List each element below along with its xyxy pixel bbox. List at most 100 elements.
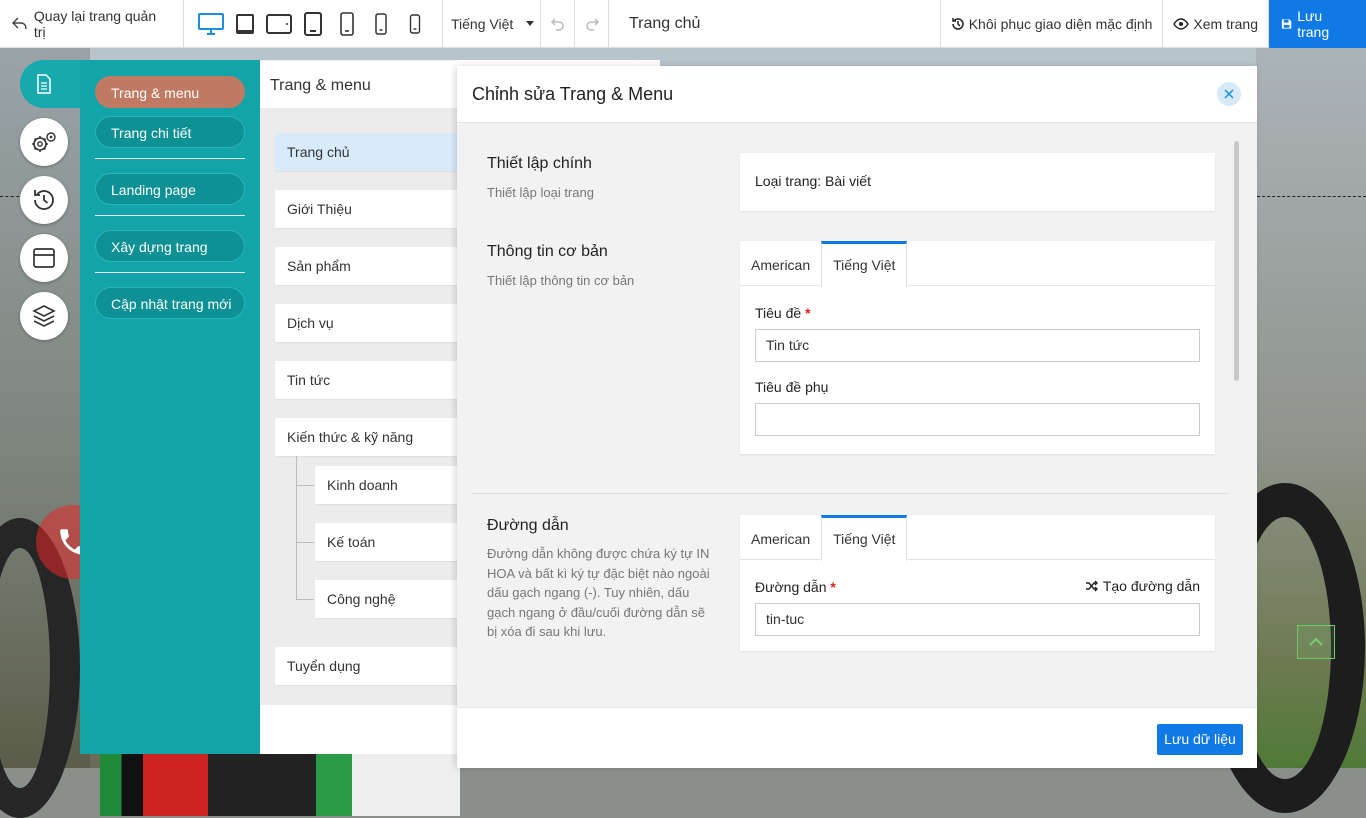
path-tabs: American Tiếng Việt	[740, 515, 1215, 561]
page-list: Trang chủ Giới Thiệu Sản phẩm Dịch vụ Ti…	[260, 109, 460, 705]
desktop-icon	[198, 12, 224, 35]
redo-button[interactable]	[575, 0, 609, 48]
page-item-knowledge[interactable]: Kiến thức & kỹ năng	[275, 418, 460, 456]
tree-connector	[296, 599, 314, 600]
rail-settings-button[interactable]	[20, 118, 68, 166]
panel-item-label: Landing page	[111, 182, 196, 198]
page-item-accounting[interactable]: Kế toán	[315, 523, 460, 561]
panel-divider	[95, 158, 245, 159]
panel-item-label: Cập nhật trang mới	[111, 296, 232, 312]
tablet-wide-icon	[266, 13, 292, 34]
tablet-portrait-icon	[304, 11, 322, 36]
tablet-landscape-icon	[236, 13, 254, 34]
save-page-label: Lưu trang	[1297, 7, 1330, 40]
page-item-business[interactable]: Kinh doanh	[315, 466, 460, 504]
panel-divider	[95, 215, 245, 216]
path-input[interactable]: tin-tuc	[755, 603, 1200, 636]
close-button[interactable]	[1217, 82, 1241, 106]
restore-default-button[interactable]: Khôi phục giao diện mặc định	[939, 0, 1163, 48]
basic-info-tabs: American Tiếng Việt	[740, 241, 1215, 287]
tree-connector	[296, 456, 297, 600]
toolbar-actions: Khôi phục giao diện mặc định Xem trang L…	[939, 0, 1366, 48]
caret-down-icon	[526, 21, 534, 26]
dialog-header: Chỉnh sửa Trang & Menu	[457, 66, 1257, 123]
restore-default-label: Khôi phục giao diện mặc định	[968, 15, 1153, 32]
chevron-up-icon	[1309, 637, 1323, 646]
page-item-about[interactable]: Giới Thiệu	[275, 190, 460, 228]
save-icon	[1281, 18, 1292, 29]
panel-item-landing-page[interactable]: Landing page	[95, 173, 245, 205]
device-phone-small-button[interactable]	[398, 0, 432, 48]
panel-item-detail-pages[interactable]: Trang chi tiết	[95, 116, 245, 148]
title-field-label: Tiêu đề *	[755, 305, 811, 321]
device-tablet-landscape-button[interactable]	[228, 0, 262, 48]
page-item-recruitment[interactable]: Tuyển dụng	[275, 647, 460, 685]
basic-info-title: Thông tin cơ bản	[487, 243, 608, 260]
panel-item-label: Trang chi tiết	[111, 125, 192, 141]
tab-american[interactable]: American	[740, 515, 821, 560]
rail-layout-button[interactable]	[20, 234, 68, 282]
window-icon	[33, 248, 55, 268]
tree-connector	[296, 542, 314, 543]
page-type-card: Loại trang: Bài viết	[740, 153, 1215, 211]
rail-history-button[interactable]	[20, 176, 68, 224]
device-desktop-button[interactable]	[194, 0, 228, 48]
view-page-button[interactable]: Xem trang	[1162, 0, 1268, 48]
section-divider	[472, 493, 1229, 494]
page-item-technology[interactable]: Công nghệ	[315, 580, 460, 618]
page-item-services[interactable]: Dịch vụ	[275, 304, 460, 342]
language-value: Tiếng Việt	[451, 15, 514, 32]
tab-vietnamese[interactable]: Tiếng Việt	[821, 515, 908, 561]
edit-page-dialog: Chỉnh sửa Trang & Menu Thiết lập chính T…	[457, 66, 1257, 768]
view-page-label: Xem trang	[1193, 15, 1258, 32]
panel-item-pages-menu[interactable]: Trang & menu	[95, 76, 245, 108]
undo-icon	[550, 17, 564, 31]
save-data-button[interactable]: Lưu dữ liệu	[1157, 724, 1243, 755]
required-marker: *	[805, 305, 811, 321]
title-input[interactable]: Tin tức	[755, 329, 1200, 362]
path-field-label: Đường dẫn *	[755, 579, 836, 595]
page-item-news[interactable]: Tin tức	[275, 361, 460, 399]
panel-divider	[95, 272, 245, 273]
page-type-value: Loại trang: Bài viết	[755, 173, 871, 189]
dialog-footer: Lưu dữ liệu	[457, 707, 1257, 768]
device-phone-button[interactable]	[364, 0, 398, 48]
back-to-admin-link[interactable]: Quay lại trang quản trị	[0, 0, 184, 48]
device-phone-large-button[interactable]	[330, 0, 364, 48]
tab-american[interactable]: American	[740, 241, 821, 286]
device-switcher	[184, 0, 443, 48]
path-section-title: Đường dẫn	[487, 517, 569, 534]
history-icon	[951, 17, 964, 30]
close-icon	[1224, 89, 1234, 99]
tab-vietnamese[interactable]: Tiếng Việt	[821, 241, 908, 287]
generate-path-button[interactable]: Tạo đường dẫn	[1085, 578, 1200, 594]
redo-icon	[585, 17, 599, 31]
history-icon	[34, 190, 54, 210]
panel-item-update-new-page[interactable]: Cập nhật trang mới	[95, 287, 245, 319]
phone-small-icon	[409, 13, 421, 34]
rail-pages-button[interactable]	[20, 60, 68, 108]
subtitle-field-label: Tiêu đề phụ	[755, 379, 829, 395]
main-settings-title: Thiết lập chính	[487, 155, 592, 172]
required-marker: *	[830, 579, 836, 595]
back-to-top-button[interactable]	[1297, 625, 1335, 659]
shuffle-icon	[1085, 580, 1098, 592]
language-select[interactable]: Tiếng Việt	[443, 0, 541, 48]
device-tablet-portrait-button[interactable]	[296, 0, 330, 48]
device-tablet-wide-button[interactable]	[262, 0, 296, 48]
title-label-text: Tiêu đề	[755, 305, 802, 321]
page-item-products[interactable]: Sản phẩm	[275, 247, 460, 285]
save-page-button[interactable]: Lưu trang	[1268, 0, 1366, 48]
guide-line-right	[1257, 196, 1366, 197]
background-strip	[100, 748, 460, 816]
dialog-scrollbar[interactable]	[1234, 141, 1239, 381]
subtitle-input[interactable]	[755, 403, 1200, 436]
document-icon	[37, 74, 51, 94]
panel-item-build-page[interactable]: Xây dựng trang	[95, 230, 245, 262]
page-item-home[interactable]: Trang chủ	[275, 133, 460, 171]
top-toolbar: Quay lại trang quản trị Tiếng Việt Trang…	[0, 0, 1366, 48]
undo-button[interactable]	[541, 0, 575, 48]
page-list-panel: Trang & menu Trang chủ Giới Thiệu Sản ph…	[260, 60, 460, 754]
rail-layers-button[interactable]	[20, 292, 68, 340]
layers-icon	[32, 305, 56, 327]
